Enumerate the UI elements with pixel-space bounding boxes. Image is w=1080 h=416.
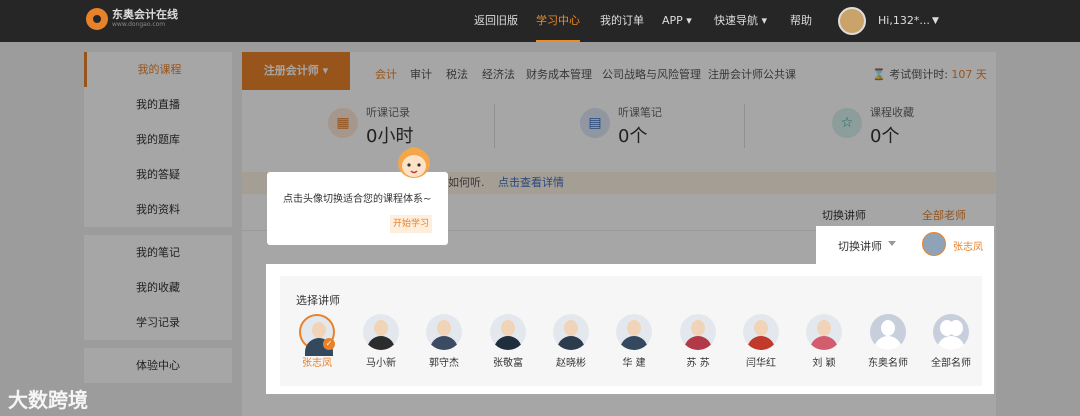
teacher-option[interactable]: 马小新 (356, 314, 406, 369)
nav-back-old[interactable]: 返回旧版 (474, 0, 518, 42)
top-navigation-bar: 东奥会计在线 www.dongao.com 返回旧版 学习中心 我的订单 APP… (0, 0, 1080, 42)
teacher-avatar[interactable] (490, 314, 526, 350)
panel-title: 选择讲师 (296, 294, 340, 307)
teacher-avatar[interactable] (806, 314, 842, 350)
teacher-avatar[interactable] (743, 314, 779, 350)
teacher-name: 郭守杰 (429, 358, 459, 369)
caret-down-icon[interactable] (888, 241, 896, 246)
teacher-option[interactable]: 刘 颖 (799, 314, 849, 369)
guide-popup-text: 点击头像切换适合您的课程体系~ (283, 194, 432, 205)
teacher-name: 张敬富 (493, 358, 523, 369)
teacher-name: 张志凤 (302, 358, 332, 369)
brand-url: www.dongao.com (112, 21, 166, 28)
teacher-option[interactable]: 闫华红 (736, 314, 786, 369)
nav-my-orders[interactable]: 我的订单 (600, 0, 644, 42)
teacher-option[interactable]: 全部名师 (926, 314, 976, 369)
teacher-option[interactable]: 张敬富 (483, 314, 533, 369)
person-icon[interactable] (870, 314, 906, 350)
brand-logo[interactable]: 东奥会计在线 www.dongao.com (86, 8, 178, 30)
teacher-avatar[interactable] (363, 314, 399, 350)
current-teacher-name[interactable]: 张志凤 (953, 238, 983, 253)
teacher-list-container: 选择讲师 ✓ 张志凤 马小新 郭守杰 张敬富 赵晓彬 华 建 苏 苏 闫华红 刘… (280, 276, 982, 386)
start-learning-button[interactable]: 开始学习 (390, 215, 432, 233)
teacher-name: 东奥名师 (868, 358, 908, 369)
mascot-icon (398, 147, 430, 178)
guide-popup: 点击头像切换适合您的课程体系~ 开始学习 (267, 172, 448, 245)
current-teacher-avatar[interactable] (922, 232, 946, 256)
switch-teacher-label[interactable]: 切换讲师 (838, 238, 882, 254)
teacher-option[interactable]: 郭守杰 (419, 314, 469, 369)
group-icon[interactable] (933, 314, 969, 350)
teacher-avatar[interactable] (426, 314, 462, 350)
teacher-select-panel: 选择讲师 ✓ 张志凤 马小新 郭守杰 张敬富 赵晓彬 华 建 苏 苏 闫华红 刘… (266, 264, 994, 394)
teacher-option[interactable]: 赵晓彬 (546, 314, 596, 369)
teacher-avatar[interactable] (553, 314, 589, 350)
user-avatar[interactable] (838, 7, 866, 35)
teacher-name: 马小新 (366, 358, 396, 369)
nav-help[interactable]: 帮助 (790, 0, 812, 42)
teacher-switch-tab[interactable]: 切换讲师 张志凤 (816, 226, 994, 264)
teacher-option[interactable]: 苏 苏 (673, 314, 723, 369)
teacher-name: 赵晓彬 (556, 358, 586, 369)
teacher-avatar[interactable] (616, 314, 652, 350)
teacher-option[interactable]: ✓ 张志凤 (292, 314, 342, 369)
teacher-name: 苏 苏 (686, 358, 710, 369)
nav-app[interactable]: APP ▾ (662, 0, 692, 42)
teacher-name: 闫华红 (746, 358, 776, 369)
teacher-name: 刘 颖 (812, 358, 836, 369)
nav-learning-center[interactable]: 学习中心 (536, 0, 580, 42)
nav-quick-nav[interactable]: 快速导航 ▾ (714, 0, 767, 42)
teacher-avatar[interactable] (680, 314, 716, 350)
chevron-down-icon[interactable]: ▼ (932, 0, 939, 42)
teacher-name: 全部名师 (931, 358, 971, 369)
teacher-name: 华 建 (622, 358, 646, 369)
watermark: 大数跨境 (8, 388, 88, 412)
logo-icon (86, 8, 108, 30)
teacher-option[interactable]: 华 建 (609, 314, 659, 369)
teacher-avatar[interactable]: ✓ (299, 314, 335, 356)
brand-name: 东奥会计在线 (112, 8, 178, 21)
user-greeting[interactable]: Hi,132*... (878, 0, 930, 42)
check-icon: ✓ (323, 338, 335, 350)
teacher-option[interactable]: 东奥名师 (863, 314, 913, 369)
